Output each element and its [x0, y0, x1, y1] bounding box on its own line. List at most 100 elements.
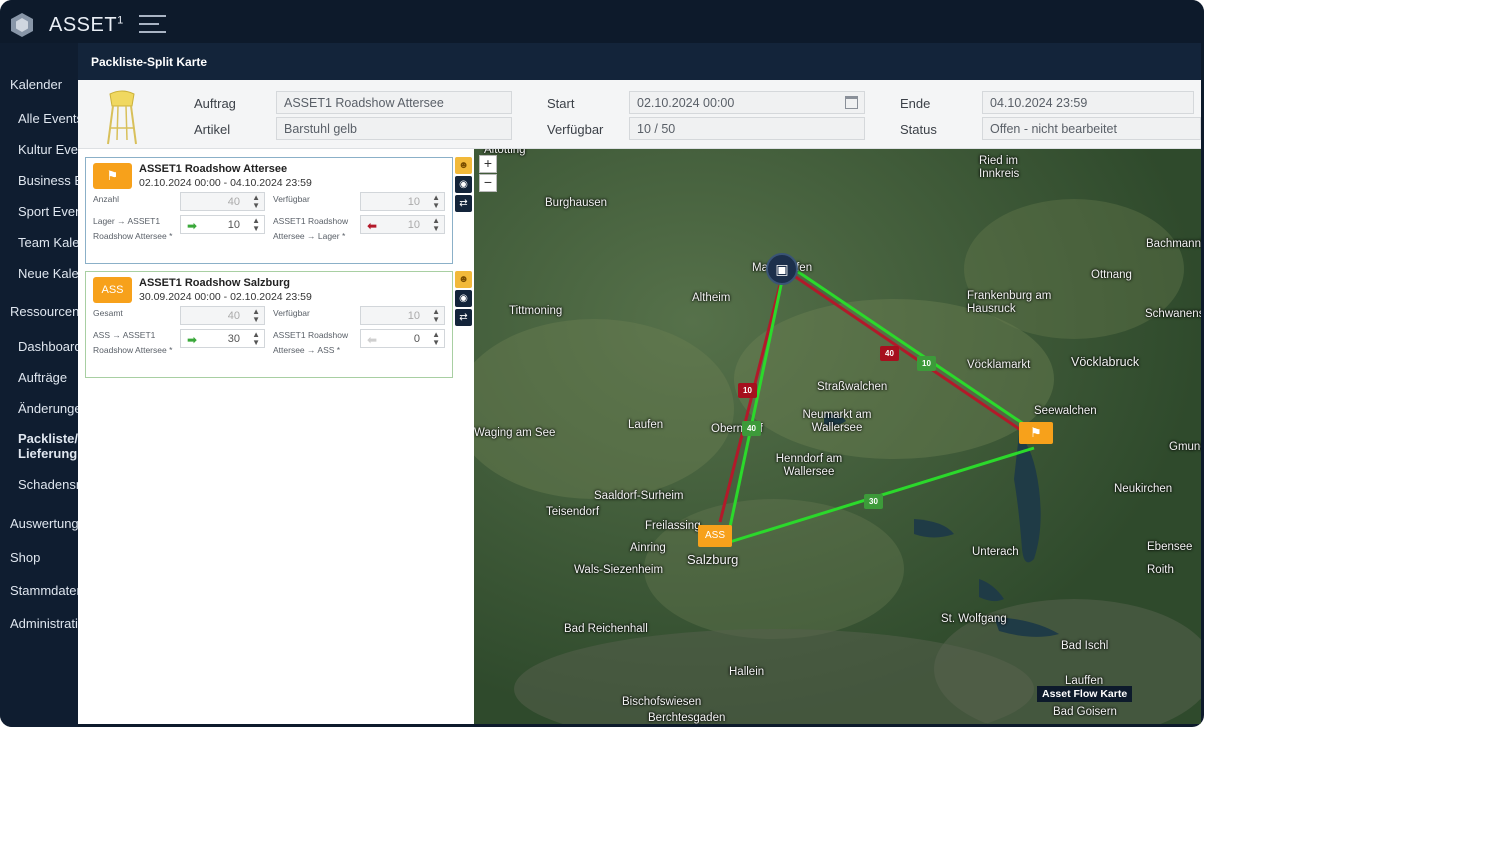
logo-icon [11, 13, 33, 37]
ass-pin[interactable]: ASS [698, 525, 732, 547]
arrow-right-icon: ➡ [187, 219, 198, 233]
zoom-out-button[interactable]: − [479, 174, 497, 192]
verfuegbar-stepper: 10 ▲ ▼ [360, 306, 445, 325]
event-card[interactable]: ASS ASSET1 Roadshow Salzburg 30.09.2024 … [85, 271, 453, 378]
calendar-icon[interactable] [845, 96, 858, 109]
map-label: Laufen [628, 419, 664, 431]
swap-icon[interactable]: ⇄ [455, 195, 472, 212]
map-label: Gmunden [1169, 441, 1201, 453]
verfuegbar-label: Verfügbar [273, 308, 310, 318]
event-date: 30.09.2024 00:00 - 02.10.2024 23:59 [139, 291, 312, 303]
warehouse-icon[interactable]: ▣ [766, 253, 798, 285]
sidebar-item-auswertung[interactable]: Auswertung [10, 516, 78, 531]
brand-name[interactable]: ASSET1 [49, 14, 124, 37]
map-label: Altheim [692, 292, 731, 304]
event-card[interactable]: ⚑ ASSET1 Roadshow Attersee 02.10.2024 00… [85, 157, 453, 264]
zoom-in-button[interactable]: + [479, 155, 497, 173]
arrow-left-icon: ⬅ [367, 333, 378, 347]
map-label: Wals-Siezenheim [574, 564, 664, 576]
auftrag-field[interactable]: ASSET1 Roadshow Attersee [276, 91, 512, 114]
map-label: Ainring [630, 542, 666, 554]
map-label: Vöcklamarkt [967, 359, 1031, 371]
menu-toggle-icon[interactable] [139, 15, 166, 37]
map-label: Saaldorf-Surheim [594, 490, 684, 502]
top-bar: ASSET1 [0, 0, 1204, 43]
outgoing-stepper[interactable]: ➡ 30 ▲ ▼ [180, 329, 265, 348]
sidebar-item-sport-events[interactable]: Sport Events [18, 204, 78, 219]
sidebar-item-auftraege[interactable]: Aufträge [18, 370, 67, 385]
sidebar-item-administration[interactable]: Administration [10, 616, 78, 631]
verfuegbar-label: Verfügbar [547, 122, 604, 137]
return-stepper[interactable]: ⬅ 10 ▲ ▼ [360, 215, 445, 234]
event-title: ASSET1 Roadshow Salzburg [139, 277, 290, 289]
swap-icon[interactable]: ⇄ [455, 309, 472, 326]
map-label: Teisendorf [546, 506, 600, 518]
sidebar-item-alle-events[interactable]: Alle Events [18, 111, 78, 126]
map-label: Seewalchen [1034, 405, 1097, 417]
zoom-controls: + − [479, 155, 499, 193]
map-label: Hallein [729, 666, 765, 678]
arrow-right-icon: ➡ [187, 333, 198, 347]
map-label: Ebensee [1147, 541, 1193, 553]
map-label: Bischofswiesen [622, 696, 702, 708]
flow-routes [718, 263, 1035, 547]
gesamt-label: Gesamt [93, 308, 123, 318]
gesamt-stepper: 40 ▲ ▼ [180, 306, 265, 325]
return-label: ASSET1 Roadshow Attersee → Lager * [273, 216, 349, 241]
app-window: ASSET1 Kalender Alle Events Kultur Event… [0, 0, 1204, 727]
end-date-field[interactable]: 04.10.2024 23:59 [982, 91, 1194, 114]
sidebar-item-kalender[interactable]: Kalender [10, 77, 62, 92]
user-icon[interactable]: ☻ [455, 157, 472, 174]
map-title-badge: Asset Flow Karte [1037, 686, 1133, 702]
map-label: Berchtesgaden [648, 712, 726, 724]
arrow-left-icon: ⬅ [367, 219, 378, 233]
start-label: Start [547, 96, 575, 111]
panel-header: Packliste-Split Karte [78, 43, 1201, 80]
sidebar-item-kultur-events[interactable]: Kultur Events [18, 142, 78, 157]
order-form: Auftrag ASSET1 Roadshow Attersee Artikel… [78, 80, 1201, 149]
ende-label: Ende [900, 96, 931, 111]
flag-pin-icon[interactable]: ⚑ [1019, 422, 1053, 444]
flag-icon: ⚑ [93, 163, 132, 189]
outgoing-label: ASS → ASSET1 Roadshow Attersee * [93, 330, 173, 355]
card-actions: ☻ ◉ ⇄ [455, 157, 472, 214]
panel-title: Packliste-Split Karte [91, 55, 208, 69]
start-date-field[interactable]: 02.10.2024 00:00 [629, 91, 865, 114]
event-card-list: ⚑ ASSET1 Roadshow Attersee 02.10.2024 00… [78, 149, 474, 724]
sidebar-item-packliste[interactable]: Packliste/Lieferung [18, 431, 78, 461]
auftrag-label: Auftrag [194, 96, 236, 111]
map-label: Henndorf am Wallersee [775, 453, 843, 478]
map-label: Salzburg [687, 552, 739, 567]
map-label: Unterach [972, 546, 1019, 558]
sidebar-item-stammdaten[interactable]: Stammdaten [10, 583, 78, 598]
sidebar-item-aenderungen[interactable]: Änderungen [18, 401, 78, 416]
user-icon[interactable]: ☻ [455, 271, 472, 288]
sidebar-item-team-kalender[interactable]: Team Kalender [18, 235, 78, 250]
artikel-label: Artikel [194, 122, 231, 137]
map-label: Roith [1147, 564, 1174, 576]
outgoing-stepper[interactable]: ➡ 10 ▲ ▼ [180, 215, 265, 234]
asset-flow-map[interactable]: + − Altötting Burghausen Tittmoning Alth… [474, 149, 1201, 724]
anzahl-stepper: 40 ▲ ▼ [180, 192, 265, 211]
sidebar-item-ressourcen[interactable]: Ressourcen [10, 304, 78, 319]
map-label: Bad Goisern [1053, 706, 1117, 718]
eye-icon[interactable]: ◉ [455, 290, 472, 307]
sidebar-item-business-events[interactable]: Business Events [18, 173, 78, 188]
sidebar-item-neue-kalender[interactable]: Neue Kalender [18, 266, 78, 281]
sidebar-item-dashboard[interactable]: Dashboard [18, 339, 78, 354]
ass-badge: ASS [93, 277, 132, 303]
card-actions: ☻ ◉ ⇄ [455, 271, 472, 328]
artikel-field[interactable]: Barstuhl gelb [276, 117, 512, 140]
return-label: ASSET1 Roadshow Attersee → ASS * [273, 330, 349, 355]
map-label: Bad Ischl [1061, 640, 1109, 652]
event-title: ASSET1 Roadshow Attersee [139, 163, 288, 175]
status-field[interactable]: Offen - nicht bearbeitet [982, 117, 1201, 140]
map-label: Ried im Innkreis [979, 155, 1020, 180]
sidebar-item-shop[interactable]: Shop [10, 550, 40, 565]
map-label: Schwanenstadt [1145, 308, 1201, 320]
eye-icon[interactable]: ◉ [455, 176, 472, 193]
verfuegbar-field: 10 / 50 [629, 117, 865, 140]
flow-value-tag: 10 [917, 356, 936, 371]
return-stepper[interactable]: ⬅ 0 ▲ ▼ [360, 329, 445, 348]
sidebar-item-schadensmeldung[interactable]: Schadensmeldung [18, 477, 78, 492]
